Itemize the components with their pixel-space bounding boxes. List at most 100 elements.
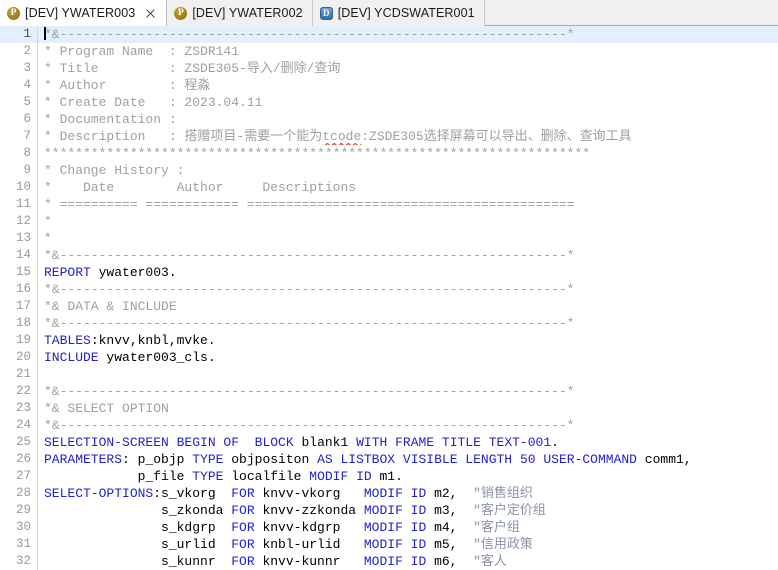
line-number: 18 — [0, 315, 38, 332]
code-token: TYPE — [192, 469, 224, 484]
code-text: PARAMETERS: p_objp TYPE objpositon AS LI… — [38, 451, 778, 468]
code-text: * Create Date : 2023.04.11 — [38, 94, 778, 111]
code-token: s_kdgrp — [44, 520, 232, 535]
line-number: 11 — [0, 196, 38, 213]
line-number: 31 — [0, 536, 38, 553]
code-token: m3, — [426, 503, 474, 518]
code-line[interactable]: 19 TABLES:knvv,knbl,mvke. — [0, 332, 778, 349]
line-number: 2 — [0, 43, 38, 60]
code-line[interactable]: 30 s_kdgrp FOR knvv-kdgrp MODIF ID m4, "… — [0, 519, 778, 536]
code-token: MODIF ID — [363, 537, 427, 552]
code-token: * Change History : — [44, 163, 185, 178]
code-line[interactable]: 18 *&------------------------------------… — [0, 315, 778, 332]
line-number: 22 — [0, 383, 38, 400]
code-text: * Author : 程淼 — [38, 77, 778, 94]
code-line[interactable]: 11 * ========== ============ ============… — [0, 196, 778, 213]
code-token: s_zkonda — [44, 503, 232, 518]
line-number: 26 — [0, 451, 38, 468]
code-line[interactable]: 12 * — [0, 213, 778, 230]
code-line[interactable]: 15 REPORT ywater003. — [0, 264, 778, 281]
code-line[interactable]: 13 * — [0, 230, 778, 247]
code-line[interactable]: 7 * Description : 搭赠项目-需要一个能为tcode:ZSDE30… — [0, 128, 778, 145]
code-token: blank1 — [293, 435, 357, 450]
code-token: MODIF ID — [309, 469, 372, 484]
ddic-icon: D — [319, 6, 333, 20]
code-editor[interactable]: 1 *&-------------------------------------… — [0, 26, 778, 570]
code-token: * Program Name : ZSDR141 — [44, 44, 240, 59]
line-number: 5 — [0, 94, 38, 111]
code-token: m4, — [426, 520, 474, 535]
code-token: knvv-vkorg — [254, 486, 364, 501]
code-token: FOR — [231, 554, 255, 569]
code-line[interactable]: 9 * Change History : — [0, 162, 778, 179]
code-line[interactable]: 5 * Create Date : 2023.04.11 — [0, 94, 778, 111]
code-text: * Program Name : ZSDR141 — [38, 43, 778, 60]
code-token: s_kunnr — [44, 554, 232, 569]
code-line[interactable]: 24 *&------------------------------------… — [0, 417, 778, 434]
code-token: WITH FRAME TITLE TEXT- — [356, 435, 528, 450]
editor-tab-label: [DEV] YWATER002 — [192, 6, 303, 20]
line-number: 14 — [0, 247, 38, 264]
code-line[interactable]: 3 * Title : ZSDE305-导入/删除/查询 — [0, 60, 778, 77]
code-text: * Title : ZSDE305-导入/删除/查询 — [38, 60, 778, 77]
code-token: * ========== ============ ==============… — [44, 197, 575, 212]
code-token: MODIF ID — [363, 520, 427, 535]
code-text: p_file TYPE localfile MODIF ID m1. — [38, 468, 778, 485]
code-token: *& DATA & INCLUDE — [44, 299, 177, 314]
code-token: *&--------------------------------------… — [44, 282, 575, 297]
code-token: TABLES — [44, 333, 91, 348]
code-token: * — [44, 214, 52, 229]
code-line[interactable]: 28 SELECT-OPTIONS:s_vkorg FOR knvv-vkorg … — [0, 485, 778, 502]
code-line[interactable]: 26 PARAMETERS: p_objp TYPE objpositon AS … — [0, 451, 778, 468]
line-number: 32 — [0, 553, 38, 570]
code-text: * — [38, 230, 778, 247]
line-number: 10 — [0, 179, 38, 196]
code-token: TYPE — [192, 452, 224, 467]
code-token: *&--------------------------------------… — [44, 248, 575, 263]
code-line[interactable]: 17 *& DATA & INCLUDE — [0, 298, 778, 315]
code-line[interactable]: 6 * Documentation : — [0, 111, 778, 128]
editor-tab-dev-ywater003[interactable]: P [DEV] YWATER003 — [0, 0, 168, 27]
editor-tab-dev-ywater002[interactable]: P [DEV] YWATER002 — [167, 0, 313, 26]
code-line[interactable]: 29 s_zkonda FOR knvv-zzkonda MODIF ID m3… — [0, 502, 778, 519]
code-line[interactable]: 27 p_file TYPE localfile MODIF ID m1. — [0, 468, 778, 485]
code-token: PARAMETERS — [44, 452, 123, 467]
code-token: *&--------------------------------------… — [44, 27, 575, 42]
line-number: 28 — [0, 485, 38, 502]
code-token: objpositon — [223, 452, 318, 467]
code-token: * — [44, 231, 52, 246]
code-token: MODIF ID — [363, 503, 427, 518]
code-line[interactable]: 31 s_urlid FOR knbl-urlid MODIF ID m5, "… — [0, 536, 778, 553]
code-token: "销售组织 — [473, 486, 533, 501]
line-number: 6 — [0, 111, 38, 128]
code-line[interactable]: 25 SELECTION-SCREEN BEGIN OF BLOCK blank1… — [0, 434, 778, 451]
code-token: *&--------------------------------------… — [44, 418, 575, 433]
editor-tab-dev-ycdswater001[interactable]: D [DEV] YCDSWATER001 — [312, 0, 485, 26]
code-text: s_kunnr FOR knvv-kunnr MODIF ID m6, "客人 — [38, 553, 778, 570]
line-number: 7 — [0, 128, 38, 145]
program-icon: P — [7, 6, 20, 20]
code-line[interactable]: 14 *&------------------------------------… — [0, 247, 778, 264]
code-line[interactable]: 10 * Date Author Descriptions — [0, 179, 778, 196]
code-line[interactable]: 23 *& SELECT OPTION — [0, 400, 778, 417]
code-text: INCLUDE ywater003_cls. — [38, 349, 778, 366]
code-line[interactable]: 8 ***************************************… — [0, 145, 778, 162]
code-token: m2, — [426, 486, 474, 501]
code-token: ywater003_cls. — [98, 350, 216, 365]
code-token: FOR — [231, 520, 255, 535]
code-line[interactable]: 1 *&-------------------------------------… — [0, 26, 778, 43]
editor-tab-bar: P [DEV] YWATER003 P [DEV] YWATER002 D [DEV] Y… — [0, 0, 778, 27]
code-line[interactable]: 4 * Author : 程淼 — [0, 77, 778, 94]
code-line[interactable]: 2 * Program Name : ZSDR141 — [0, 43, 778, 60]
code-line[interactable]: 16 *&------------------------------------… — [0, 281, 778, 298]
code-line[interactable]: 21 — [0, 366, 778, 383]
code-token: SELECT-OPTIONS — [44, 486, 154, 501]
line-number: 1 — [0, 26, 38, 43]
code-line[interactable]: 20 INCLUDE ywater003_cls. — [0, 349, 778, 366]
code-line[interactable]: 22 *&------------------------------------… — [0, 383, 778, 400]
code-text: TABLES:knvv,knbl,mvke. — [38, 332, 778, 349]
line-number: 13 — [0, 230, 38, 247]
code-line[interactable]: 32 s_kunnr FOR knvv-kunnr MODIF ID m6, "… — [0, 553, 778, 570]
close-icon[interactable] — [144, 7, 157, 20]
code-text: * Description : 搭赠项目-需要一个能为tcode:ZSDE305… — [38, 128, 778, 145]
